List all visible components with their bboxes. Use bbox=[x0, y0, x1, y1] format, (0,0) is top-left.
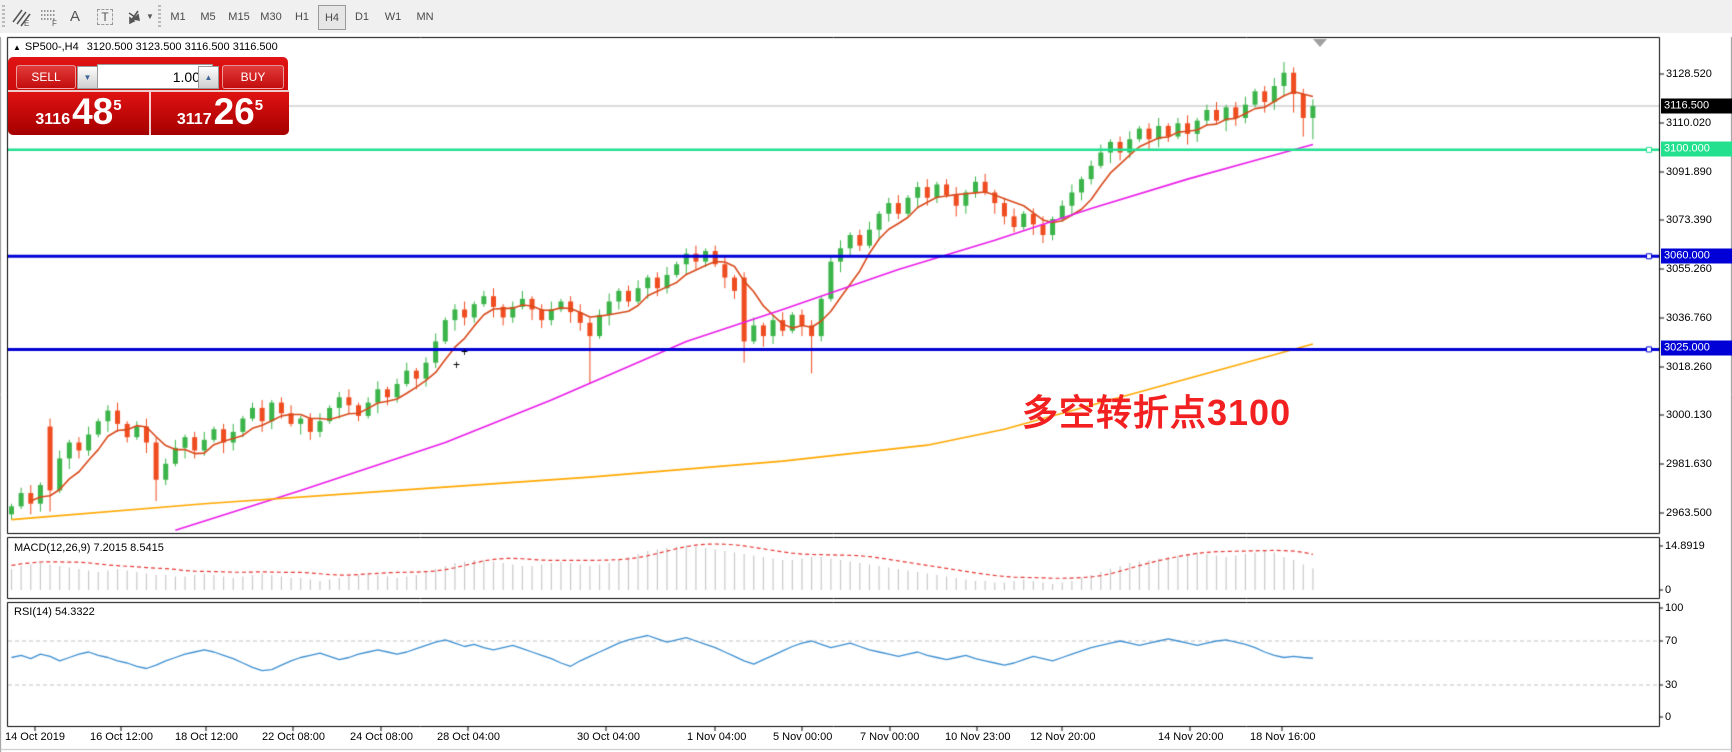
svg-text:F: F bbox=[52, 19, 57, 27]
price-axis-marker: 3116.500 bbox=[1661, 99, 1732, 114]
ask-price-prefix: 3117 bbox=[177, 111, 212, 129]
toolbar-drag-handle[interactable] bbox=[2, 5, 5, 27]
price-axis-tick: 3036.760 bbox=[1666, 312, 1712, 324]
timeframe-button-m15[interactable]: M15 bbox=[224, 5, 254, 28]
price-axis-tick: 3091.890 bbox=[1666, 166, 1712, 178]
price-axis-tick: 3073.390 bbox=[1666, 214, 1712, 226]
time-axis-label: 18 Oct 12:00 bbox=[175, 731, 238, 743]
ohlc-quotes: 3120.500 3123.500 3116.500 3116.500 bbox=[87, 41, 278, 53]
volume-input[interactable] bbox=[97, 64, 213, 89]
arrows-dropdown-caret[interactable]: ▼ bbox=[146, 12, 154, 21]
symbol-title: SP500-,H4 bbox=[25, 41, 79, 53]
time-axis-label: 16 Oct 12:00 bbox=[90, 731, 153, 743]
toolbar: E F A T ▼ M1M5M15M30H1H4D1W1MN bbox=[0, 0, 1732, 34]
equidistant-channel-icon[interactable]: E bbox=[8, 4, 34, 29]
chart-annotation-text: 多空转折点3100 bbox=[1022, 384, 1291, 436]
price-axis-tick: 3110.020 bbox=[1666, 117, 1711, 129]
one-click-trading-panel: SELL ▼ ▲ BUY 3116 48 5 3117 26 5 bbox=[8, 57, 288, 133]
rsi-scale-label: 30 bbox=[1665, 679, 1677, 691]
time-axis-label: 12 Nov 20:00 bbox=[1030, 731, 1095, 743]
sell-button[interactable]: SELL bbox=[16, 65, 76, 89]
buy-button[interactable]: BUY bbox=[222, 65, 284, 89]
rsi-scale-label: 70 bbox=[1665, 635, 1677, 647]
text-label-icon[interactable]: T bbox=[92, 4, 118, 29]
spin-up-icon: ▲ bbox=[205, 73, 213, 82]
ask-price-pip: 5 bbox=[255, 97, 263, 114]
bid-price-main: 48 bbox=[72, 92, 113, 132]
timeframe-button-w1[interactable]: W1 bbox=[380, 5, 406, 28]
text-icon[interactable]: A bbox=[62, 4, 88, 29]
price-axis-marker: 3060.000 bbox=[1661, 249, 1732, 264]
bid-price-pip: 5 bbox=[113, 97, 121, 114]
price-axis-marker: 3100.000 bbox=[1661, 142, 1732, 157]
price-axis-tick: 3000.130 bbox=[1666, 409, 1712, 421]
time-axis-label: 14 Nov 20:00 bbox=[1158, 731, 1223, 743]
timeframe-button-m1[interactable]: M1 bbox=[165, 5, 191, 28]
macd-scale-label: 14.8919 bbox=[1665, 540, 1705, 552]
fibonacci-retracement-icon[interactable]: F bbox=[36, 4, 62, 29]
ask-price-box[interactable]: 3117 26 5 bbox=[150, 90, 289, 135]
boxed-t-glyph: T bbox=[97, 9, 112, 25]
ask-price-main: 26 bbox=[214, 92, 255, 132]
time-axis-label: 18 Nov 16:00 bbox=[1250, 731, 1315, 743]
time-axis-label: 14 Oct 2019 bbox=[5, 731, 65, 743]
rsi-scale-label: 0 bbox=[1665, 711, 1671, 723]
time-axis-label: 22 Oct 08:00 bbox=[262, 731, 325, 743]
letter-a-glyph: A bbox=[70, 8, 80, 25]
price-axis-tick: 3018.260 bbox=[1666, 361, 1712, 373]
price-axis-tick: 2963.500 bbox=[1666, 507, 1712, 519]
timeframe-toolbar-handle[interactable] bbox=[158, 5, 161, 27]
spin-down-icon: ▼ bbox=[84, 73, 92, 82]
time-axis-label: 5 Nov 00:00 bbox=[773, 731, 832, 743]
time-axis-label: 10 Nov 23:00 bbox=[945, 731, 1010, 743]
price-axis-marker: 3025.000 bbox=[1661, 341, 1732, 356]
icon-sub-e: E bbox=[24, 19, 29, 27]
chart-canvas[interactable] bbox=[0, 33, 1732, 752]
timeframe-button-m5[interactable]: M5 bbox=[195, 5, 221, 28]
collapse-arrow-icon[interactable]: ▲ bbox=[13, 43, 21, 52]
time-axis-label: 30 Oct 04:00 bbox=[577, 731, 640, 743]
arrows-icon[interactable] bbox=[122, 4, 148, 29]
time-axis-label: 28 Oct 04:00 bbox=[437, 731, 500, 743]
timeframe-button-mn[interactable]: MN bbox=[411, 5, 439, 28]
bid-price-prefix: 3116 bbox=[35, 111, 70, 129]
rsi-label: RSI(14) 54.3322 bbox=[14, 606, 95, 618]
timeframe-button-h1[interactable]: H1 bbox=[289, 5, 315, 28]
volume-increase-button[interactable]: ▲ bbox=[198, 66, 219, 89]
timeframe-button-d1[interactable]: D1 bbox=[349, 5, 375, 28]
chart-window bbox=[0, 33, 1732, 752]
time-axis-label: 24 Oct 08:00 bbox=[350, 731, 413, 743]
macd-scale-label: 0 bbox=[1665, 584, 1671, 596]
terminal-window: E F A T ▼ M1M5M15M30H1H4D1W1MN ▲ SP500-,H… bbox=[0, 0, 1732, 752]
time-axis-label: 1 Nov 04:00 bbox=[687, 731, 746, 743]
rsi-scale-label: 100 bbox=[1665, 602, 1683, 614]
volume-decrease-button[interactable]: ▼ bbox=[77, 66, 98, 89]
price-axis-tick: 3128.520 bbox=[1666, 68, 1712, 80]
chart-header: ▲ SP500-,H4 3120.500 3123.500 3116.500 311… bbox=[13, 41, 278, 53]
price-axis-tick: 3055.260 bbox=[1666, 263, 1712, 275]
time-axis-label: 7 Nov 00:00 bbox=[860, 731, 919, 743]
macd-label: MACD(12,26,9) 7.2015 8.5415 bbox=[14, 542, 164, 554]
timeframe-button-h4[interactable]: H4 bbox=[318, 5, 346, 30]
price-axis-tick: 2981.630 bbox=[1666, 458, 1712, 470]
timeframe-button-m30[interactable]: M30 bbox=[256, 5, 286, 28]
bid-price-box[interactable]: 3116 48 5 bbox=[8, 90, 150, 135]
